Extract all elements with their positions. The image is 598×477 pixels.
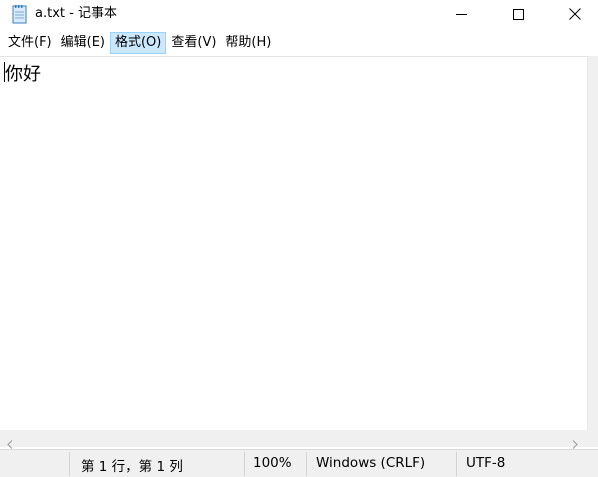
- status-line-ending: Windows (CRLF): [316, 455, 426, 471]
- notepad-icon: [11, 4, 29, 24]
- menu-edit[interactable]: 编辑(E): [57, 32, 109, 54]
- menu-view[interactable]: 查看(V): [167, 32, 220, 54]
- status-divider: [456, 452, 457, 476]
- maximize-button[interactable]: [495, 0, 541, 29]
- status-divider: [244, 452, 245, 476]
- close-button[interactable]: [552, 0, 598, 29]
- scrollbar-corner: [587, 430, 598, 447]
- editor-content[interactable]: 你好: [5, 60, 41, 86]
- text-editor[interactable]: 你好: [0, 56, 587, 430]
- vertical-scrollbar[interactable]: [587, 56, 598, 430]
- status-position: 第 1 行，第 1 列: [81, 459, 183, 475]
- menu-file[interactable]: 文件(F): [4, 32, 56, 54]
- title-bar[interactable]: a.txt - 记事本: [0, 0, 598, 30]
- horizontal-scrollbar[interactable]: [0, 430, 587, 449]
- close-icon: [569, 5, 581, 24]
- menu-help[interactable]: 帮助(H): [221, 32, 275, 54]
- status-divider: [69, 452, 70, 476]
- minimize-button[interactable]: [438, 0, 484, 29]
- status-divider: [306, 452, 307, 476]
- menu-format[interactable]: 格式(O): [109, 32, 167, 54]
- notepad-window: a.txt - 记事本 文件(F) 编辑(E) 格式(O) 查看(V) 帮助(H…: [0, 0, 598, 477]
- status-bar: 第 1 行，第 1 列 100% Windows (CRLF) UTF-8: [0, 449, 598, 477]
- maximize-icon: [512, 5, 524, 24]
- window-title: a.txt - 记事本: [35, 6, 117, 21]
- status-encoding: UTF-8: [466, 455, 506, 471]
- status-zoom: 100%: [253, 455, 292, 471]
- minimize-icon: [455, 5, 467, 24]
- menu-bar: 文件(F) 编辑(E) 格式(O) 查看(V) 帮助(H): [0, 31, 598, 55]
